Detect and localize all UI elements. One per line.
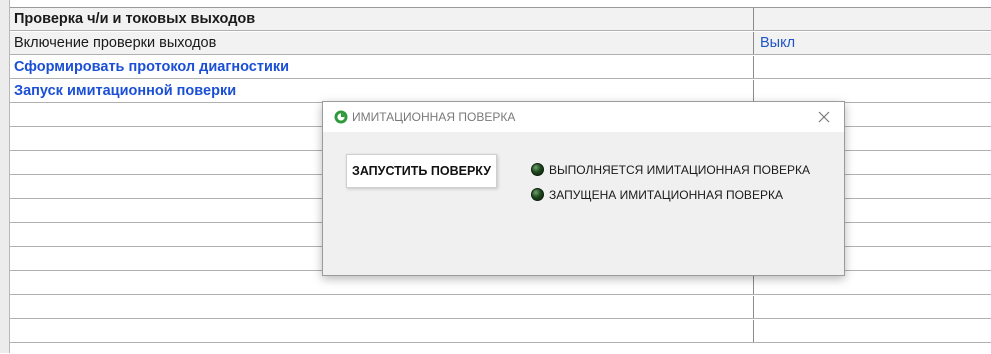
row-value [754, 80, 991, 102]
grid-row-empty[interactable] [10, 296, 991, 319]
empty-cell [10, 320, 754, 342]
status-running-label: ВЫПОЛНЯЕТСЯ ИМИТАЦИОННАЯ ПОВЕРКА [549, 163, 810, 177]
output-check-value[interactable]: Выкл [754, 32, 991, 54]
grid-row-start-simulation[interactable]: Запуск имитационной поверки [10, 80, 991, 103]
grid-row-output-check[interactable]: Включение проверки выходов Выкл [10, 32, 991, 55]
dialog-title: ИМИТАЦИОННАЯ ПОВЕРКА [352, 110, 516, 124]
simulation-dialog: ИМИТАЦИОННАЯ ПОВЕРКА ЗАПУСТИТЬ ПОВЕРКУ В… [322, 101, 845, 276]
left-margin-strip [0, 0, 10, 353]
row-label: Включение проверки выходов [10, 32, 754, 54]
grid-row-header[interactable]: Проверка ч/и и токовых выходов [10, 8, 991, 31]
empty-cell [10, 296, 754, 318]
generate-protocol-link[interactable]: Сформировать протокол диагностики [10, 56, 754, 78]
status-started-label: ЗАПУЩЕНА ИМИТАЦИОННАЯ ПОВЕРКА [549, 188, 783, 202]
grid-row-empty[interactable] [10, 320, 991, 343]
close-icon[interactable] [816, 109, 832, 125]
led-indicator-icon [531, 188, 544, 201]
dialog-titlebar[interactable]: ИМИТАЦИОННАЯ ПОВЕРКА [323, 102, 844, 132]
row-value [754, 56, 991, 78]
start-simulation-link[interactable]: Запуск имитационной поверки [10, 80, 754, 102]
start-verification-button[interactable]: ЗАПУСТИТЬ ПОВЕРКУ [346, 154, 497, 188]
grid-row-generate-protocol[interactable]: Сформировать протокол диагностики [10, 56, 991, 79]
row-label: Проверка ч/и и токовых выходов [10, 8, 754, 30]
app-icon [334, 110, 348, 124]
led-indicator-icon [531, 163, 544, 176]
row-value [754, 8, 991, 30]
